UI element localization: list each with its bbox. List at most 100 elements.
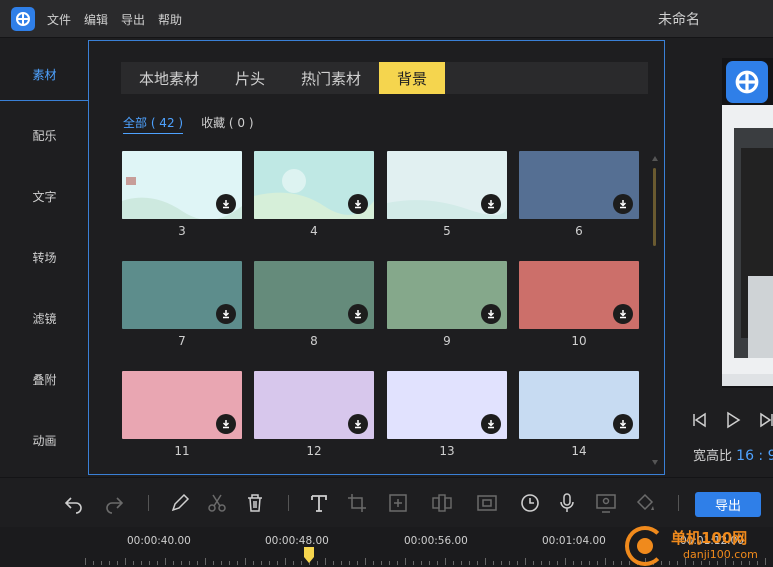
download-icon[interactable]	[613, 414, 633, 434]
sidebar-item-materials[interactable]: 素材	[0, 44, 89, 104]
tab-bar: 本地素材 片头 热门素材 背景	[121, 62, 648, 94]
sidebar-item-transitions[interactable]: 转场	[0, 227, 89, 287]
sidebar-item-text[interactable]: 文字	[0, 166, 89, 226]
timeline-tick	[93, 561, 94, 565]
timeline-tick	[285, 558, 286, 565]
background-thumbnail-10[interactable]	[519, 261, 639, 329]
edit-pencil-icon[interactable]	[169, 492, 191, 514]
timeline-tick	[509, 561, 510, 565]
timeline-tick	[365, 558, 366, 565]
fill-bucket-icon[interactable]	[634, 492, 656, 514]
background-thumbnail-12[interactable]	[254, 371, 374, 439]
timeline-tick	[301, 561, 302, 565]
background-thumbnail-4[interactable]	[254, 151, 374, 219]
download-icon[interactable]	[613, 304, 633, 324]
timeline-tick	[389, 561, 390, 565]
mosaic-icon[interactable]	[431, 492, 453, 514]
aspect-ratio[interactable]: 宽高比 16 : 9	[693, 445, 773, 464]
timeline-tick	[581, 561, 582, 565]
background-thumbnail-6[interactable]	[519, 151, 639, 219]
timeline-tick	[493, 561, 494, 565]
timeline-tick	[485, 558, 486, 565]
download-icon[interactable]	[348, 194, 368, 214]
download-icon[interactable]	[613, 194, 633, 214]
download-icon[interactable]	[481, 194, 501, 214]
zoom-frame-icon[interactable]	[387, 492, 409, 514]
grid-scrollbar[interactable]	[651, 156, 659, 468]
timeline-tick	[237, 561, 238, 565]
delete-icon[interactable]	[244, 492, 266, 514]
background-thumbnail-9[interactable]	[387, 261, 507, 329]
playhead-marker[interactable]	[304, 547, 314, 563]
crop-icon[interactable]	[346, 492, 368, 514]
background-thumbnail-14[interactable]	[519, 371, 639, 439]
filter-all[interactable]: 全部 ( 42 )	[123, 114, 184, 134]
undo-icon[interactable]	[63, 492, 85, 514]
timeline-tick	[261, 561, 262, 565]
menu-edit[interactable]: 编辑	[84, 11, 108, 28]
thumbnail-caption: 9	[443, 334, 451, 348]
screen-record-icon[interactable]	[595, 492, 617, 514]
next-frame-icon[interactable]	[758, 411, 773, 429]
thumbnail-caption: 3	[178, 224, 186, 238]
download-icon[interactable]	[348, 304, 368, 324]
timeline-tick	[461, 561, 462, 565]
tab-popular-materials[interactable]: 热门素材	[283, 62, 379, 94]
background-thumbnail-5[interactable]	[387, 151, 507, 219]
background-thumbnail-11[interactable]	[122, 371, 242, 439]
download-icon[interactable]	[216, 304, 236, 324]
scissors-icon[interactable]	[206, 492, 228, 514]
background-thumbnail-13[interactable]	[387, 371, 507, 439]
menu-export[interactable]: 导出	[121, 11, 145, 28]
timeline-mark: 00:00:48.00	[265, 535, 329, 547]
scroll-up-icon[interactable]	[652, 156, 658, 161]
timeline-mark: 00:01:04.00	[542, 535, 606, 547]
redo-icon[interactable]	[103, 492, 125, 514]
background-thumbnail-8[interactable]	[254, 261, 374, 329]
sidebar-item-music[interactable]: 配乐	[0, 105, 89, 165]
tab-backgrounds[interactable]: 背景	[379, 62, 446, 94]
scroll-down-icon[interactable]	[652, 460, 658, 465]
scroll-thumb[interactable]	[653, 168, 656, 246]
divider	[88, 474, 665, 475]
timeline-tick	[125, 558, 126, 565]
edit-toolbar: 导出	[0, 477, 773, 527]
timeline-tick	[533, 561, 534, 565]
divider	[664, 40, 665, 475]
thumbnail-caption: 10	[571, 334, 587, 348]
thumbnail-caption: 8	[310, 334, 318, 348]
tab-local-materials[interactable]: 本地素材	[121, 62, 217, 94]
download-icon[interactable]	[216, 194, 236, 214]
download-icon[interactable]	[348, 414, 368, 434]
timeline-tick	[501, 561, 502, 565]
download-icon[interactable]	[216, 414, 236, 434]
sidebar-item-filters[interactable]: 滤镜	[0, 288, 89, 348]
filter-favorites[interactable]: 收藏 ( 0 )	[201, 114, 253, 134]
watermark-logo: 单机100网 danji100.com	[623, 521, 773, 567]
timeline-tick	[333, 561, 334, 565]
timeline-mark: 00:00:40.00	[127, 535, 191, 547]
duration-clock-icon[interactable]	[519, 492, 541, 514]
timeline-tick	[229, 561, 230, 565]
timeline-tick	[133, 561, 134, 565]
menu-bar: 文件 编辑 导出 帮助	[47, 11, 182, 28]
divider	[288, 495, 289, 511]
background-thumbnail-3[interactable]	[122, 151, 242, 219]
export-button[interactable]: 导出	[695, 492, 761, 517]
menu-help[interactable]: 帮助	[158, 11, 182, 28]
sidebar-item-overlays[interactable]: 叠附	[0, 349, 89, 409]
play-icon[interactable]	[724, 411, 742, 429]
tab-intro[interactable]: 片头	[217, 62, 283, 94]
download-icon[interactable]	[481, 304, 501, 324]
text-icon[interactable]	[308, 492, 330, 514]
menu-file[interactable]: 文件	[47, 11, 71, 28]
previous-frame-icon[interactable]	[690, 411, 708, 429]
timeline-tick	[549, 561, 550, 565]
download-icon[interactable]	[481, 414, 501, 434]
aspect-frame-icon[interactable]	[476, 492, 498, 514]
sidebar-item-animation[interactable]: 动画	[0, 410, 89, 470]
timeline-tick	[253, 561, 254, 565]
background-thumbnail-7[interactable]	[122, 261, 242, 329]
microphone-icon[interactable]	[556, 492, 578, 514]
timeline-tick	[245, 558, 246, 565]
